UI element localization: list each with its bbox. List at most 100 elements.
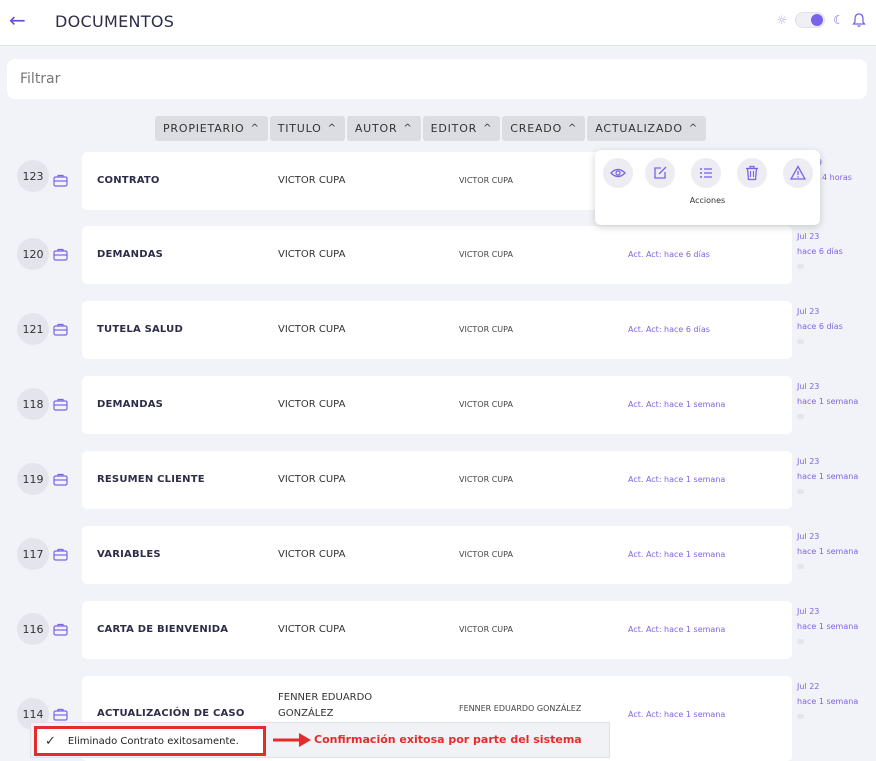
briefcase-icon	[53, 323, 68, 336]
owner-cell: VICTOR CUPA	[278, 175, 346, 186]
created-date: Jul 23	[797, 457, 820, 466]
bell-icon[interactable]	[852, 12, 866, 28]
chevron-up-icon: ^	[688, 123, 699, 134]
document-title: VARIABLES	[97, 549, 161, 560]
updated-ago: hace 1 semana	[797, 697, 859, 706]
edit-button[interactable]	[645, 158, 675, 188]
updated-ago: hace 1 semana	[797, 547, 859, 556]
briefcase-icon	[53, 473, 68, 486]
updated-ago: hace 1 semana	[797, 397, 859, 406]
briefcase-icon	[53, 398, 68, 411]
sort-label: EDITOR	[430, 122, 478, 135]
last-activity: Act. Act: hace 1 semana	[628, 400, 726, 409]
date-column: Jul 23 hace 6 días	[797, 229, 843, 269]
view-button[interactable]	[603, 158, 633, 188]
sort-editor-button[interactable]: EDITOR ^	[422, 116, 501, 141]
filter-box	[7, 59, 867, 99]
last-activity: Act. Act: hace 1 semana	[628, 625, 726, 634]
sort-titulo-button[interactable]: TITULO ^	[269, 116, 345, 141]
author-cell: VICTOR CUPA	[459, 550, 513, 559]
moon-icon[interactable]: ☾	[833, 13, 844, 27]
table-row[interactable]: TUTELA SALUD VICTOR CUPA VICTOR CUPA Act…	[82, 301, 792, 359]
author-cell: VICTOR CUPA	[459, 400, 513, 409]
table-row[interactable]: DEMANDAS VICTOR CUPA VICTOR CUPA Act. Ac…	[82, 376, 792, 434]
author-cell: VICTOR CUPA	[459, 176, 513, 185]
list-button[interactable]	[691, 158, 721, 188]
sort-bar: PROPIETARIO ^ TITULO ^ AUTOR ^ EDITOR ^ …	[155, 116, 707, 141]
last-activity: Act. Act: hace 6 días	[628, 250, 710, 259]
author-cell: VICTOR CUPA	[459, 250, 513, 259]
chevron-up-icon: ^	[483, 123, 493, 134]
date-column: Jul 23 hace 1 semana	[797, 454, 858, 494]
created-date: Jul 23	[797, 307, 820, 316]
status-dot	[797, 714, 804, 719]
author-cell: FENNER EDUARDO GONZÁLEZ	[459, 704, 582, 713]
status-dot	[797, 264, 804, 269]
date-column: Jul 22 hace 1 semana	[797, 679, 858, 719]
theme-controls: ☼ ☾	[776, 12, 866, 28]
trash-icon	[746, 165, 758, 181]
created-date: Jul 23	[797, 232, 820, 241]
eye-icon	[610, 168, 626, 178]
sort-actualizado-button[interactable]: ACTUALIZADO ^	[587, 116, 707, 141]
updated-ago: hace 1 semana	[797, 472, 859, 481]
status-dot	[797, 339, 804, 344]
briefcase-icon	[53, 623, 68, 636]
sort-creado-button[interactable]: CREADO ^	[502, 116, 586, 141]
chevron-up-icon: ^	[250, 123, 260, 134]
delete-button[interactable]	[737, 158, 767, 188]
sort-label: PROPIETARIO	[163, 122, 245, 135]
sort-autor-button[interactable]: AUTOR ^	[346, 116, 421, 141]
row-id-badge: 123	[17, 160, 49, 192]
document-title: CONTRATO	[97, 175, 160, 186]
sun-icon[interactable]: ☼	[776, 13, 787, 27]
owner-cell: VICTOR CUPA	[278, 324, 346, 335]
sort-label: ACTUALIZADO	[595, 122, 683, 135]
document-title: TUTELA SALUD	[97, 324, 183, 335]
created-date: Jul 22	[797, 682, 820, 691]
check-icon: ✓	[45, 733, 56, 749]
report-button[interactable]	[783, 158, 813, 188]
owner-cell: VICTOR CUPA	[278, 399, 346, 410]
sort-label: CREADO	[510, 122, 563, 135]
last-activity: Act. Act: hace 1 semana	[628, 475, 726, 484]
row-id-badge: 119	[17, 463, 49, 495]
actions-popup: Acciones	[595, 150, 820, 225]
toast-notification: ✓ Eliminado Contrato exitosamente. Confi…	[30, 722, 610, 758]
warning-icon	[790, 165, 806, 180]
row-id-badge: 118	[17, 388, 49, 420]
row-id-badge: 120	[17, 238, 49, 270]
document-title: ACTUALIZACIÓN DE CASO	[97, 708, 245, 719]
owner-cell: VICTOR CUPA	[278, 624, 346, 635]
page-title: DOCUMENTOS	[55, 12, 175, 31]
filter-input[interactable]	[7, 59, 867, 99]
updated-ago: hace 1 semana	[797, 622, 859, 631]
last-activity: Act. Act: hace 6 días	[628, 325, 710, 334]
author-cell: VICTOR CUPA	[459, 475, 513, 484]
owner-cell: VICTOR CUPA	[278, 549, 346, 560]
document-title: RESUMEN CLIENTE	[97, 474, 205, 485]
row-id-badge: 117	[17, 538, 49, 570]
created-date: Jul 23	[797, 532, 820, 541]
toast-message: Eliminado Contrato exitosamente.	[67, 735, 239, 747]
table-row[interactable]: DEMANDAS VICTOR CUPA VICTOR CUPA Act. Ac…	[82, 226, 792, 284]
chevron-up-icon: ^	[568, 123, 578, 134]
last-activity: Act. Act: hace 1 semana	[628, 550, 726, 559]
toast-message-box: ✓ Eliminado Contrato exitosamente.	[34, 726, 266, 756]
status-dot	[797, 639, 804, 644]
row-id-badge: 116	[17, 613, 49, 645]
last-activity: Act. Act: hace 1 semana	[628, 710, 726, 719]
briefcase-icon	[53, 248, 68, 261]
owner-cell: FENNER EDUARDO GONZÁLEZ	[278, 692, 373, 719]
updated-ago: hace 6 días	[797, 322, 843, 331]
table-row[interactable]: RESUMEN CLIENTE VICTOR CUPA VICTOR CUPA …	[82, 451, 792, 509]
table-row[interactable]: CARTA DE BIENVENIDA VICTOR CUPA VICTOR C…	[82, 601, 792, 659]
arrow-right-icon	[273, 733, 311, 747]
table-row[interactable]: VARIABLES VICTOR CUPA VICTOR CUPA Act. A…	[82, 526, 792, 584]
sort-propietario-button[interactable]: PROPIETARIO ^	[155, 116, 268, 141]
arrow-left-icon[interactable]: ←	[9, 10, 26, 30]
created-date: Jul 23	[797, 382, 820, 391]
edit-icon	[654, 166, 667, 179]
date-column: Jul 23 hace 1 semana	[797, 379, 858, 419]
theme-toggle[interactable]	[795, 12, 826, 28]
